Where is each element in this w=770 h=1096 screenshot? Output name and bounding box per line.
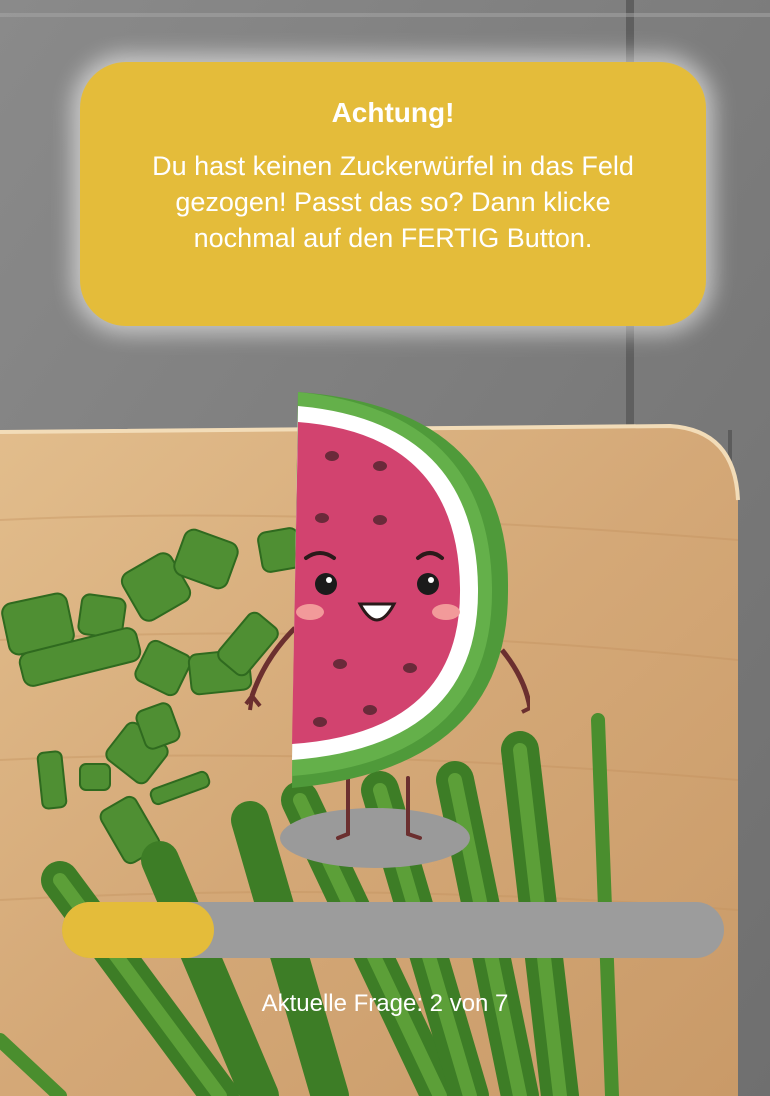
watermelon-mascot-icon [244, 392, 530, 868]
progress-label: Aktuelle Frage: 2 von 7 [261, 990, 509, 1017]
progress-bar [62, 902, 724, 958]
alert-title: Achtung! [331, 97, 455, 128]
progress-bar-fill [62, 902, 215, 958]
alert-message: Du hast keinen Zuckerwürfel in das Feld … [152, 151, 634, 253]
alert-dialog: Achtung! Du hast keinen Zuckerwürfel in … [80, 62, 706, 326]
